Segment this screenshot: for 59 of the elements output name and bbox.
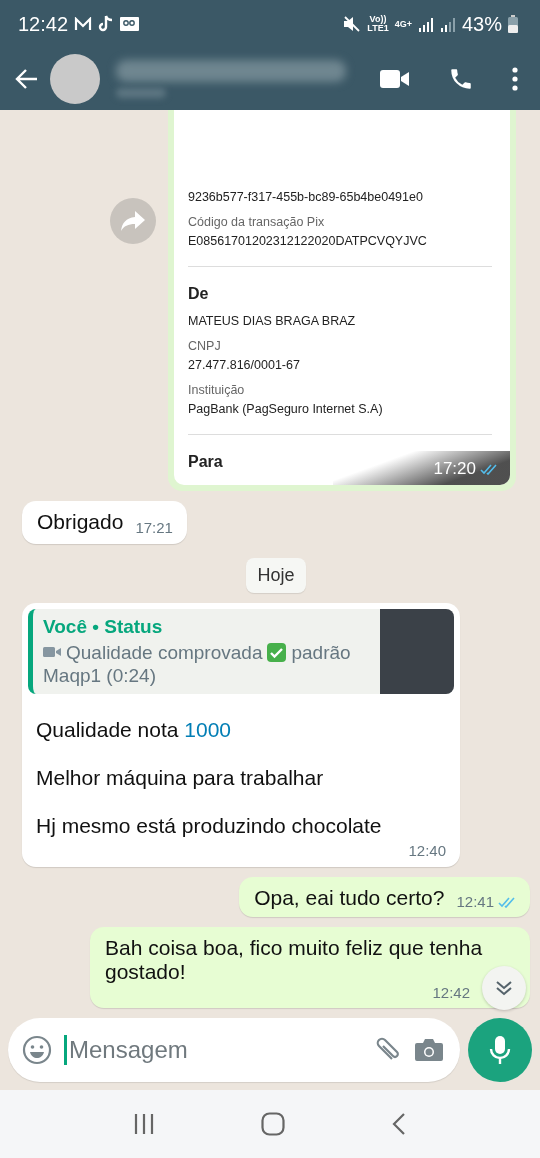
message-text: Obrigado: [37, 509, 124, 533]
quote-text: Maqp1 (0:24): [43, 664, 157, 688]
check-mark-icon: [267, 642, 287, 662]
video-camera-icon: [380, 69, 410, 89]
message-time: 12:41: [456, 893, 494, 910]
emoji-icon[interactable]: [22, 1035, 52, 1065]
field-value: MATEUS DIAS BRAGA BRAZ: [188, 313, 356, 328]
double-check-icon: [498, 895, 518, 908]
contact-avatar[interactable]: [50, 54, 100, 104]
field-label: Instituição: [188, 382, 245, 397]
volte-label: Vo)): [369, 15, 387, 24]
home-icon: [261, 1112, 285, 1136]
quote-author: Você • Status: [43, 614, 164, 639]
muted-speaker-icon: [343, 16, 362, 32]
message-text: Hj mesmo está produzindo chocolate: [35, 814, 383, 838]
message-composer[interactable]: Mensagem: [8, 1018, 460, 1082]
quote-text: Qualidade comprovada: [66, 640, 263, 665]
field-value: 9236b577-f317-455b-bc89-65b4be0491e0: [188, 189, 423, 204]
field-label: Código da transação Pix: [188, 214, 325, 229]
mail-icon: [74, 17, 93, 31]
number-link[interactable]: 1000: [184, 718, 231, 741]
battery-icon: [508, 15, 518, 33]
double-check-icon: [480, 462, 500, 475]
clock-time: 12:42: [18, 12, 69, 36]
music-note-icon: [98, 15, 115, 33]
signal-icon: [417, 16, 434, 32]
back-arrow-icon: [14, 68, 38, 90]
message-time: 12:40: [408, 842, 446, 859]
field-value: E08561701202312122020DATPCVQYJVC: [188, 233, 427, 248]
section-heading: Para: [188, 452, 223, 471]
section-heading: De: [188, 284, 209, 303]
lte-label: LTE1: [367, 24, 389, 33]
field-value: PagBank (PagSeguro Internet S.A): [188, 401, 383, 416]
message-text: Bah coisa boa, fico muito feliz que tenha gostado!: [105, 936, 484, 984]
quote-text: padrão: [291, 640, 351, 665]
video-camera-icon: [43, 646, 61, 659]
date-chip: Hoje: [246, 557, 306, 593]
phone-icon: [448, 66, 474, 92]
data-type-label: 4G+: [394, 19, 412, 29]
quoted-status[interactable]: Você • Status Qualidade comprovada padrão Maqp1 (0:24): [28, 608, 454, 694]
voicemail-icon: [120, 16, 141, 32]
camera-icon[interactable]: [414, 1037, 444, 1063]
field-label: CNPJ: [188, 338, 221, 353]
message-time: 17:20: [433, 458, 476, 479]
blurred-status: [116, 88, 166, 98]
message-time: 17:21: [135, 518, 173, 536]
field-value: 27.477.816/0001-67: [188, 357, 300, 372]
microphone-icon: [489, 1035, 511, 1065]
double-chevron-down-icon: [495, 980, 513, 996]
signal-icon: [439, 16, 456, 32]
chevron-left-icon: [391, 1112, 407, 1136]
message-text: Opa, eai tudo certo?: [254, 886, 445, 910]
more-vertical-icon: [512, 67, 518, 91]
battery-percent: 43%: [461, 12, 502, 36]
message-text: Qualidade nota 1000: [35, 718, 232, 742]
message-time: 12:42: [432, 984, 470, 1001]
forward-arrow-icon: [121, 211, 145, 231]
recent-apps-icon: [133, 1113, 155, 1135]
message-text: Melhor máquina para trabalhar: [35, 766, 325, 790]
